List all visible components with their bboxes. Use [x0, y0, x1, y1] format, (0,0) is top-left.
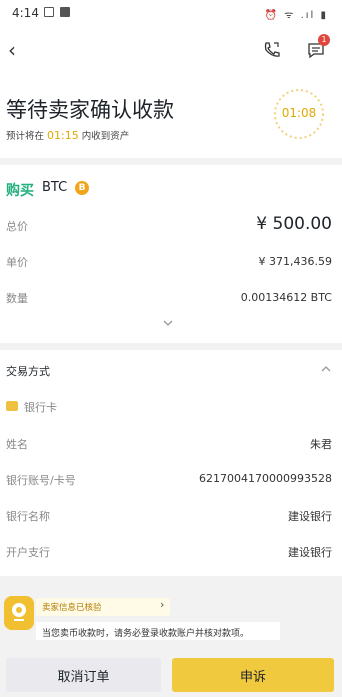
estimate-prefix: 预计将在: [6, 131, 45, 142]
bitcoin-icon: B: [75, 181, 89, 195]
total-price-value: ¥ 500.00: [256, 214, 332, 234]
checkbox-icon: [60, 7, 70, 17]
payment-method-title: 交易方式: [6, 365, 50, 378]
bank-name-label: 银行名称: [6, 510, 50, 523]
total-price-label: 总价: [6, 220, 28, 233]
unit-price-label: 单价: [6, 256, 28, 269]
phone-icon[interactable]: [262, 40, 282, 60]
quantity-value: 0.00134612 BTC: [240, 291, 332, 304]
verification-banner: 卖家信息已核验 › 当您卖币收款时，请务必登录收款账户并核对款项。: [0, 580, 342, 650]
bank-name-value[interactable]: 建设银行: [288, 508, 332, 524]
order-details-card: 购买 BTC B 总价 ¥ 500.00 单价 ¥ 371,436.59 数量 …: [0, 165, 342, 343]
status-icons: ⏰ ᯤ .ıl ▮: [264, 10, 328, 21]
chevron-right-icon: ›: [160, 598, 165, 611]
payment-method-card: 交易方式 银行卡 姓名 朱君 银行账号/卡号 62170041700009935…: [0, 350, 342, 576]
order-status-header: 等待卖家确认收款 预计将在 01:15 内收到资产 01:08: [0, 72, 342, 158]
bank-card-icon: [6, 401, 18, 411]
account-number-label: 银行账号/卡号: [6, 474, 76, 487]
verified-chat-icon: [4, 596, 34, 630]
notice-text: 当您卖币收款时，请务必登录收款账户并核对款项。: [42, 629, 250, 639]
payment-method-name: 银行卡: [24, 401, 57, 414]
back-icon[interactable]: ‹: [8, 38, 28, 62]
quantity-label: 数量: [6, 292, 28, 305]
trade-side: 购买: [6, 183, 34, 199]
account-number-value[interactable]: 6217004170000993528: [199, 472, 332, 485]
seller-verified-text: 卖家信息已核验: [42, 603, 102, 613]
chevron-up-icon[interactable]: [320, 364, 332, 374]
countdown-timer: 01:08: [281, 106, 317, 120]
branch-label: 开户支行: [6, 546, 50, 559]
branch-value[interactable]: 建设银行: [288, 544, 332, 560]
payee-name-value[interactable]: 朱君: [310, 436, 332, 452]
payee-name-label: 姓名: [6, 438, 28, 451]
arrival-estimate: 预计将在 01:15 内收到资产: [6, 128, 129, 142]
appeal-button[interactable]: 申诉: [172, 658, 334, 692]
page-title: 等待卖家确认收款: [6, 98, 174, 122]
cancel-order-button[interactable]: 取消订单: [6, 658, 161, 692]
chat-badge: 1: [318, 34, 330, 46]
chevron-down-icon[interactable]: [162, 317, 174, 329]
gallery-icon: [44, 7, 54, 17]
estimate-time: 01:15: [47, 129, 79, 142]
unit-price-value: ¥ 371,436.59: [258, 255, 332, 268]
estimate-suffix: 内收到资产: [81, 131, 130, 142]
coin-name: BTC: [42, 180, 68, 195]
nav-bar: ‹ 1: [0, 30, 342, 72]
status-bar: 4:14 ⏰ ᯤ .ıl ▮: [0, 0, 342, 30]
status-time: 4:14: [12, 6, 39, 20]
